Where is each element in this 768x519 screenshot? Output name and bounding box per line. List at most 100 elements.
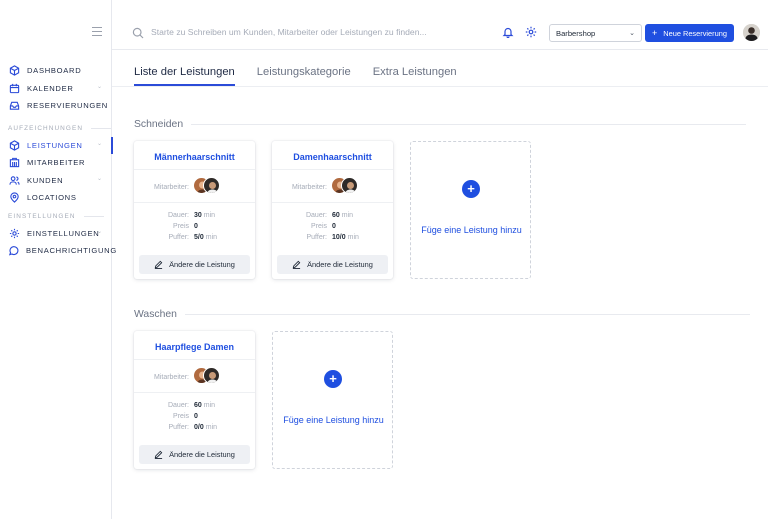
- tab-service-list[interactable]: Liste der Leistungen: [134, 66, 235, 86]
- edit-service-label: Ändere die Leistung: [169, 260, 235, 269]
- unit-label: min: [203, 402, 216, 409]
- avatar: [341, 177, 358, 194]
- sidebar-item-mitarbeiter[interactable]: MITARBEITER: [0, 154, 112, 172]
- divider: [134, 202, 255, 203]
- category-heading: Schneiden: [134, 117, 747, 131]
- avatar: [203, 177, 220, 194]
- service-card: Haarpflege Damen Mitarbeiter: Dauer: 60 mi…: [134, 331, 255, 469]
- divider: [83, 216, 104, 217]
- price-label: Preis: [173, 223, 189, 230]
- buffer-row: Puffer: 0/0 min: [134, 424, 255, 431]
- duration-label: Dauer:: [167, 212, 189, 219]
- divider: [134, 359, 255, 360]
- service-name: Männerhaarschnitt: [154, 152, 235, 162]
- pencil-icon: [154, 260, 163, 269]
- divider: [134, 392, 255, 393]
- buffer-value: 0/0: [194, 424, 204, 431]
- new-reservation-button[interactable]: + Neue Reservierung: [645, 24, 734, 42]
- divider: [134, 169, 255, 170]
- category-title: Schneiden: [134, 118, 184, 130]
- sidebar-item-dashboard[interactable]: DASHBOARD: [0, 62, 112, 80]
- user-avatar[interactable]: [743, 24, 760, 41]
- search-input[interactable]: [151, 24, 471, 40]
- buffer-label: Puffer:: [168, 234, 190, 241]
- service-name: Haarpflege Damen: [154, 342, 235, 352]
- divider: [91, 128, 112, 129]
- gear-icon[interactable]: [525, 25, 537, 38]
- sidebar-item-label: EINSTELLUNGEN: [27, 228, 100, 238]
- price-label: Preis: [311, 223, 327, 230]
- staff-avatars: [193, 367, 227, 385]
- sidebar-item-reservierungen[interactable]: RESERVIERUNGEN ⌄: [0, 97, 112, 115]
- tab-extra-services[interactable]: Extra Leistungen: [373, 66, 457, 84]
- service-card: Damenhaarschnitt Mitarbeiter: Dauer: 60 mi…: [272, 141, 393, 279]
- search-icon: [132, 26, 144, 39]
- price-row: Preis 0: [272, 223, 393, 230]
- duration-row: Dauer: 30 min: [134, 212, 255, 219]
- duration-value: 30: [194, 212, 202, 219]
- users-icon: [8, 174, 20, 186]
- chevron-down-icon: ⌄: [97, 101, 103, 107]
- cube-icon: [8, 65, 20, 77]
- add-service-card[interactable]: + Füge eine Leistung hinzu: [272, 331, 393, 469]
- section-heading-label: AUFZEICHNUNGEN: [8, 125, 84, 132]
- sidebar-item-kalender[interactable]: KALENDER ⌄: [0, 80, 112, 98]
- chevron-down-icon: ⌄: [97, 83, 103, 90]
- section-heading-settings: EINSTELLUNGEN: [0, 209, 112, 225]
- top-header: Barbershop ⌄ + Neue Reservierung: [112, 0, 768, 50]
- unit-label: min: [347, 234, 359, 241]
- location-select[interactable]: Barbershop ⌄: [549, 24, 642, 42]
- sidebar-item-kunden[interactable]: KUNDEN ⌄: [0, 172, 112, 190]
- unit-label: min: [341, 212, 354, 219]
- sidebar-item-einstellungen[interactable]: EINSTELLUNGEN ⌄: [0, 225, 112, 243]
- duration-label: Dauer:: [305, 212, 327, 219]
- chevron-down-icon: ⌄: [97, 175, 103, 182]
- chat-icon: [8, 245, 19, 257]
- staff-avatars: [331, 177, 365, 195]
- buffer-label: Puffer:: [168, 424, 190, 431]
- sidebar-item-locations[interactable]: LOCATIONS: [0, 189, 112, 207]
- add-service-card[interactable]: + Füge eine Leistung hinzu: [410, 141, 531, 279]
- edit-service-button[interactable]: Ändere die Leistung: [277, 255, 388, 274]
- buffer-value: 10/0: [332, 234, 346, 241]
- sidebar-item-leistungen[interactable]: LEISTUNGEN ⌄: [0, 136, 113, 155]
- chevron-down-icon: ⌄: [97, 228, 103, 235]
- category-title: Waschen: [134, 308, 177, 320]
- plus-circle-icon: +: [324, 370, 342, 388]
- avatar: [203, 367, 220, 384]
- buffer-row: Puffer: 5/0 min: [134, 234, 255, 241]
- buffer-row: Puffer: 10/0 min: [272, 234, 393, 241]
- calendar-icon: [8, 82, 20, 94]
- sidebar-item-benachrichtigung[interactable]: BENACHRICHTIGUNG: [0, 242, 116, 260]
- edit-service-button[interactable]: Ändere die Leistung: [139, 255, 250, 274]
- unit-label: min: [205, 424, 218, 431]
- sidebar-item-label: MITARBEITER: [27, 158, 86, 168]
- location-icon: [8, 192, 20, 204]
- sidebar-nav: DASHBOARD KALENDER ⌄ RESERVIERUNGEN ⌄ AU…: [0, 62, 116, 260]
- category-heading: Waschen: [134, 307, 750, 321]
- unit-label: min: [203, 212, 216, 219]
- buffer-value: 5/0: [194, 234, 204, 241]
- pencil-icon: [292, 260, 301, 269]
- sidebar-item-label: DASHBOARD: [27, 66, 82, 76]
- inbox-icon: [8, 100, 20, 112]
- new-reservation-label: Neue Reservierung: [663, 28, 727, 38]
- sidebar-item-label: KALENDER: [27, 83, 74, 93]
- price-value: 0: [332, 223, 336, 230]
- divider: [191, 123, 747, 125]
- menu-toggle-icon[interactable]: [92, 27, 102, 36]
- add-service-label: Füge eine Leistung hinzu: [421, 225, 522, 235]
- bell-icon[interactable]: [502, 25, 514, 39]
- unit-label: min: [205, 234, 218, 241]
- buffer-label: Puffer:: [306, 234, 328, 241]
- price-row: Preis 0: [134, 413, 255, 420]
- tab-bar: Liste der Leistungen Leistungskategorie …: [134, 66, 479, 86]
- tab-service-category[interactable]: Leistungskategorie: [257, 66, 351, 84]
- edit-service-button[interactable]: Ändere die Leistung: [139, 445, 250, 464]
- sidebar-item-label: BENACHRICHTIGUNG: [26, 246, 117, 256]
- sidebar-item-label: LOCATIONS: [27, 193, 77, 203]
- duration-value: 60: [332, 212, 340, 219]
- divider: [184, 313, 750, 315]
- pencil-icon: [154, 450, 163, 459]
- gear-icon: [8, 227, 20, 239]
